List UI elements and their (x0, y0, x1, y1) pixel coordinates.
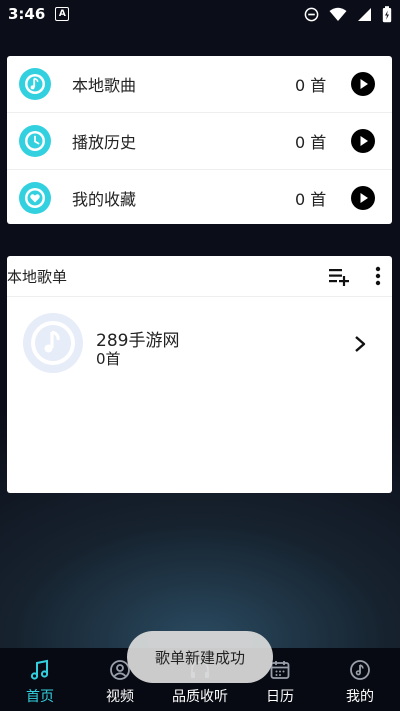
status-icons (304, 6, 392, 23)
row-count: 0 首 (295, 133, 327, 152)
nav-label: 品质收听 (172, 689, 228, 705)
status-bar: 3:46 A (0, 0, 400, 28)
playlist-count: 0首 (96, 350, 121, 368)
heart-icon (19, 182, 51, 214)
notification-a-icon: A (55, 7, 70, 21)
row-label: 我的收藏 (72, 190, 137, 209)
play-history-row[interactable]: 播放历史 0 首 (7, 112, 392, 169)
library-card: 本地歌曲 0 首 播放历史 0 首 我的收藏 0 首 (7, 56, 392, 224)
playlist-header: 本地歌单 (7, 256, 392, 297)
local-songs-row[interactable]: 本地歌曲 0 首 (7, 56, 392, 112)
nav-label: 日历 (266, 689, 294, 705)
chevron-right-icon[interactable] (353, 335, 367, 353)
wifi-icon (329, 7, 347, 21)
nav-label: 我的 (346, 689, 374, 705)
add-playlist-icon[interactable] (329, 266, 351, 286)
status-time: 3:46 (8, 5, 46, 23)
signal-icon (358, 8, 371, 21)
clock-icon (19, 125, 51, 157)
favorites-row[interactable]: 我的收藏 0 首 (7, 169, 392, 226)
nav-label: 首页 (26, 689, 54, 705)
row-label: 本地歌曲 (72, 76, 137, 95)
nav-home[interactable]: 首页 (0, 648, 80, 711)
playlist-card: 本地歌单 289手游网 0首 (7, 256, 392, 493)
music-note-icon (19, 68, 51, 100)
section-title: 本地歌单 (7, 268, 68, 286)
nav-profile[interactable]: 我的 (320, 648, 400, 711)
playlist-cover-icon (23, 313, 83, 373)
row-count: 0 首 (295, 76, 327, 95)
playlist-item[interactable]: 289手游网 0首 (7, 297, 392, 387)
battery-icon (382, 6, 392, 23)
more-vert-icon[interactable] (372, 264, 384, 288)
play-icon[interactable] (351, 186, 375, 210)
music-note-icon (30, 659, 49, 680)
profile-icon (350, 660, 370, 680)
nav-label: 视频 (106, 689, 134, 705)
row-label: 播放历史 (72, 133, 137, 152)
row-count: 0 首 (295, 190, 327, 209)
dnd-icon (304, 7, 319, 22)
toast-message: 歌单新建成功 (127, 631, 273, 683)
play-icon[interactable] (351, 129, 375, 153)
play-icon[interactable] (351, 72, 375, 96)
